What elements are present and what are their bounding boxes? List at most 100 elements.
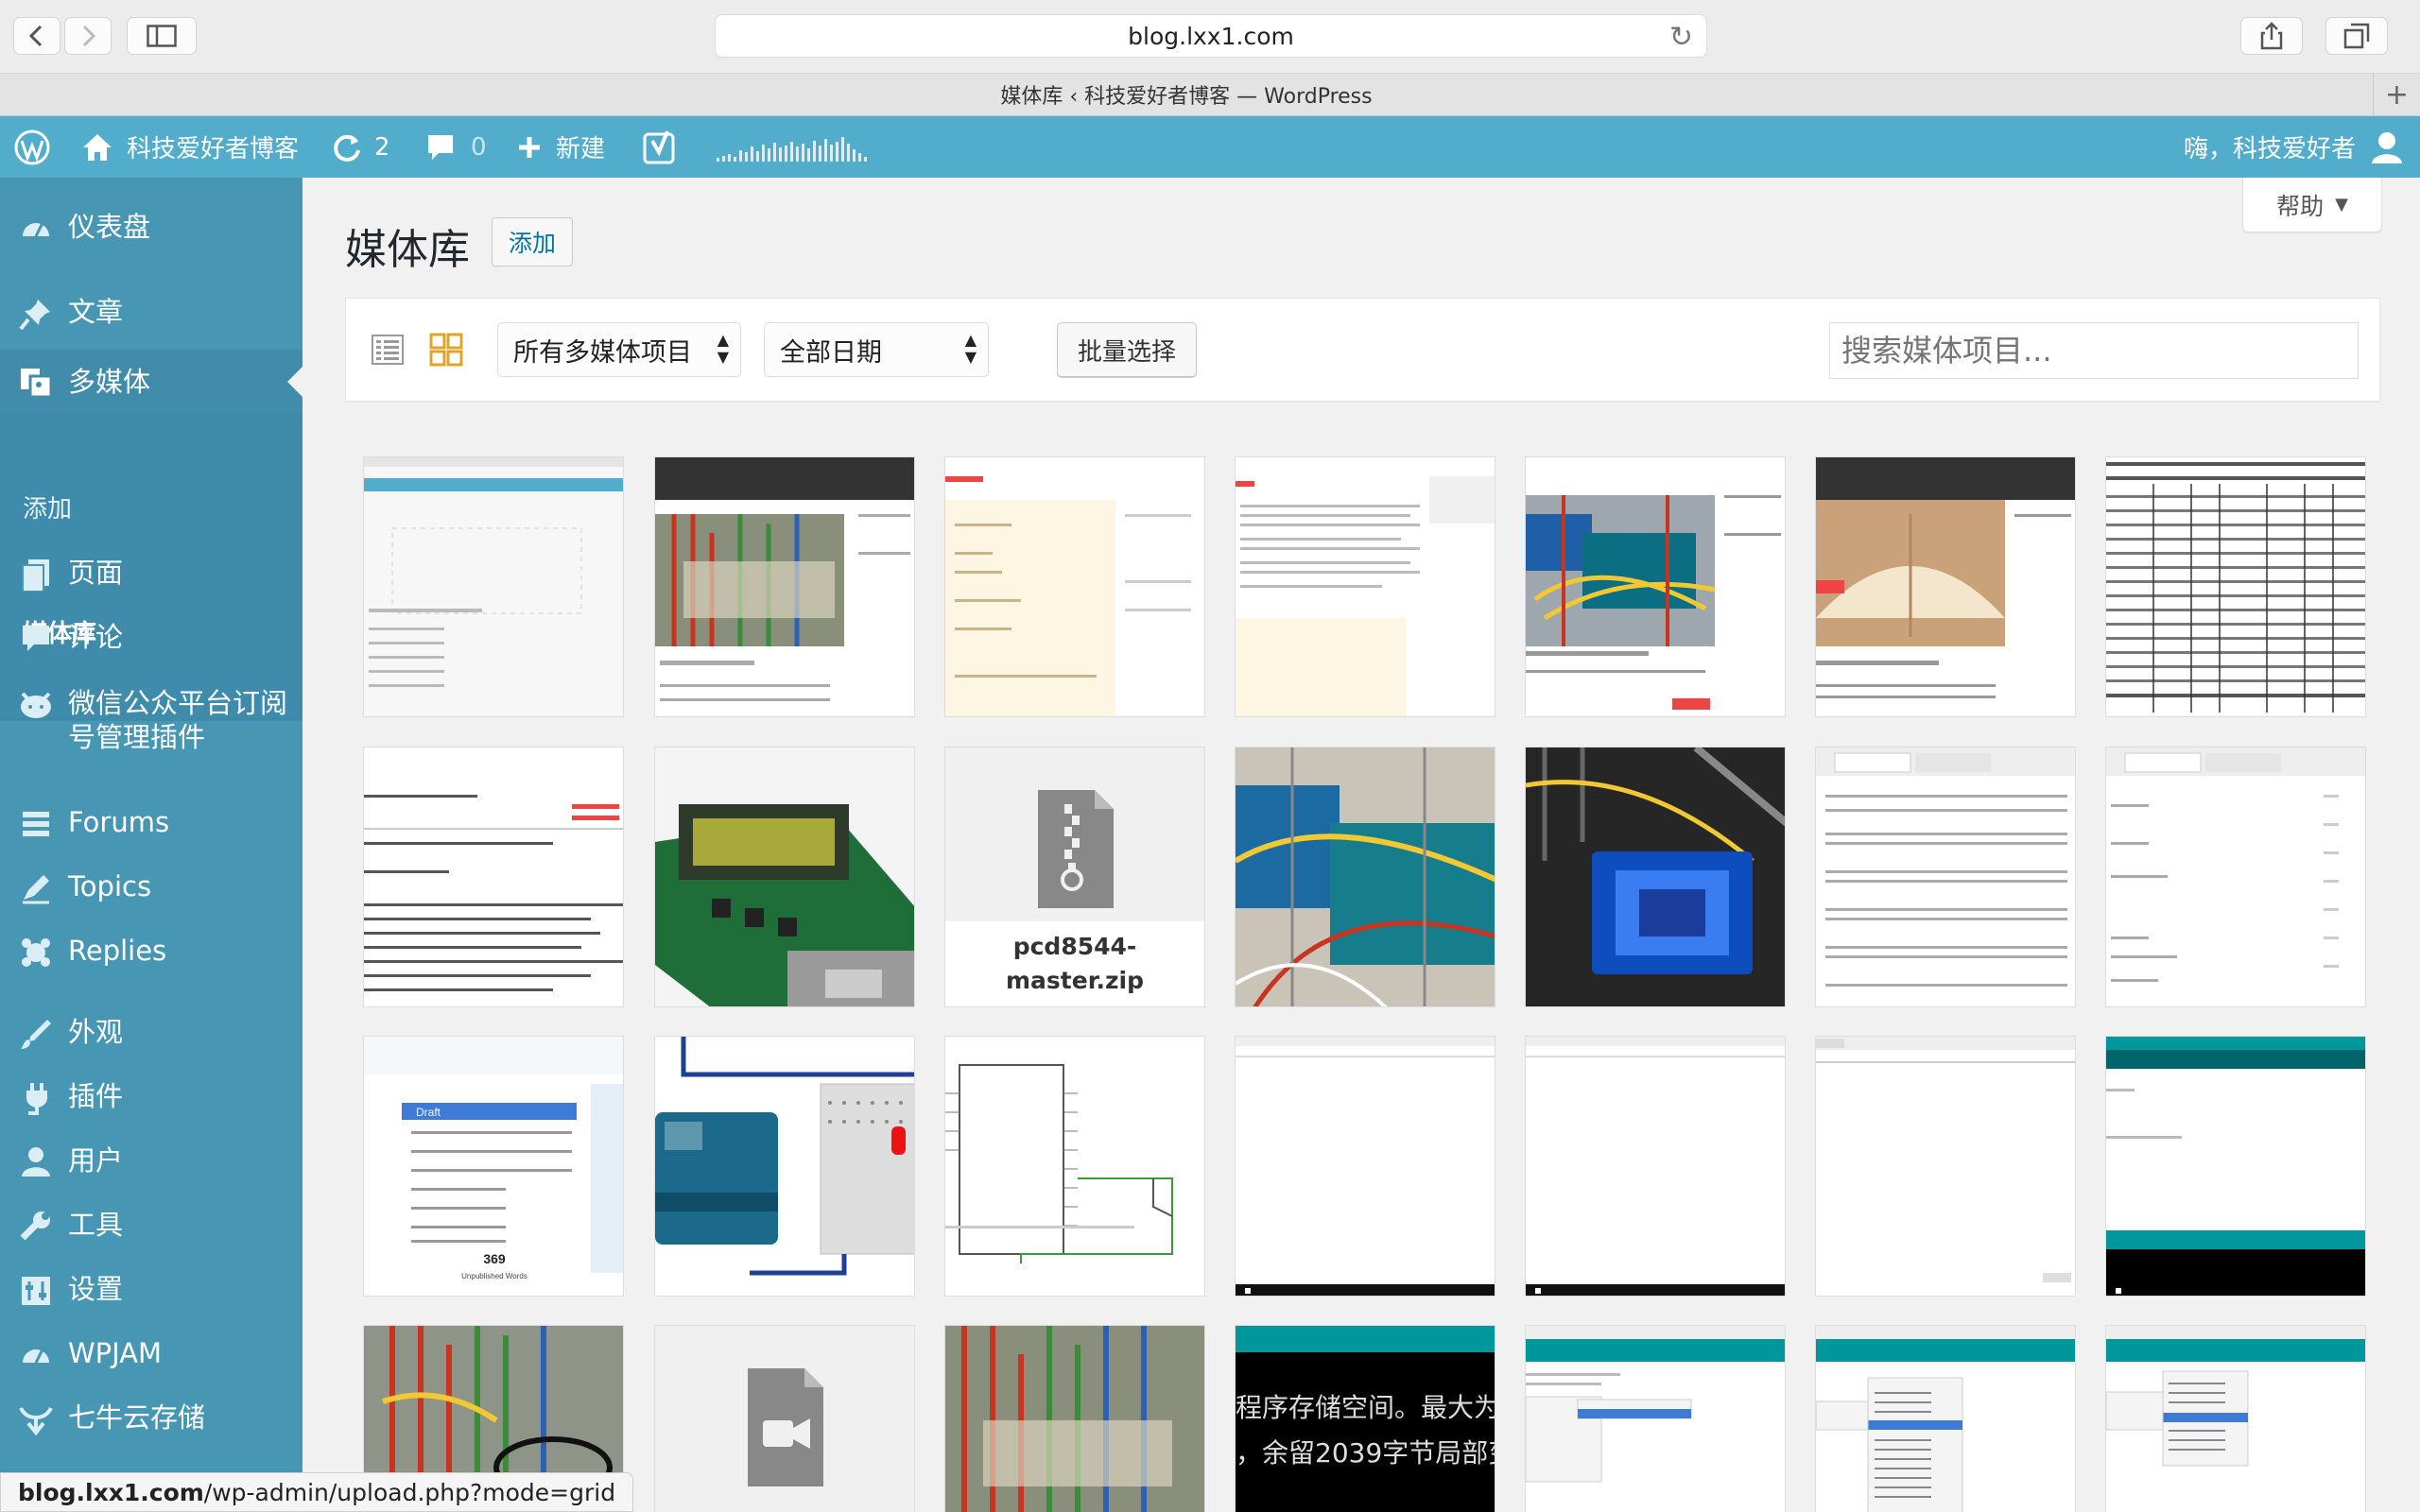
media-thumbnail[interactable] [2105, 1036, 2366, 1297]
reload-icon[interactable]: ↻ [1669, 21, 1693, 54]
comments-link[interactable]: 0 [425, 116, 487, 178]
add-new-button[interactable]: 添加 [492, 217, 573, 266]
sidebar-item-qiniu[interactable]: 七牛云存储 [0, 1400, 302, 1453]
back-button[interactable] [13, 17, 60, 55]
sidebar-item-label: 仪表盘 [68, 211, 151, 243]
tabs-overview-button[interactable] [2325, 17, 2388, 55]
sidebar-item-comments[interactable]: 评论 [0, 620, 302, 673]
select-arrows-icon: ▲ ▼ [717, 331, 729, 366]
sidebar-item-media[interactable]: 多媒体 [0, 350, 302, 414]
forward-button[interactable] [64, 17, 112, 55]
tab-active[interactable]: 媒体库 ‹ 科技爱好者博客 — WordPress [0, 74, 2373, 115]
sidebar-item-label: 微信公众平台订阅 号管理插件 [68, 686, 287, 754]
forums-icon [17, 805, 55, 843]
archive-file-icon [1038, 790, 1114, 908]
media-thumbnail[interactable] [1525, 747, 1786, 1007]
current-arrow-icon [287, 367, 302, 397]
media-type-filter[interactable]: 所有多媒体项目 ▲ ▼ [497, 322, 741, 377]
address-bar[interactable]: blog.lxx1.com ↻ [715, 14, 1707, 58]
media-thumbnail[interactable] [363, 747, 624, 1007]
video-file-thumbnail[interactable] [654, 1325, 915, 1512]
media-thumbnail[interactable] [1525, 456, 1786, 717]
avatar-icon [2372, 131, 2402, 163]
media-type-filter-value: 所有多媒体项目 [513, 337, 692, 368]
search-input[interactable] [1829, 322, 2359, 379]
console-line-1: 程序存储空间。最大为 32 [1236, 1392, 1495, 1423]
media-thumbnail[interactable] [1235, 456, 1495, 717]
sidebar-item-posts[interactable]: 文章 [0, 295, 302, 348]
sidebar-item-appearance[interactable]: 外观 [0, 1015, 302, 1068]
new-tab-button[interactable]: + [2373, 74, 2420, 115]
video-file-icon [748, 1368, 823, 1486]
sidebar-item-wechat[interactable]: 微信公众平台订阅 号管理插件 [0, 686, 302, 771]
stats-sparkline[interactable] [715, 116, 885, 178]
wordpress-logo-button[interactable] [13, 116, 51, 178]
media-thumbnail[interactable] [654, 456, 915, 717]
site-name: 科技爱好者博客 [127, 135, 300, 163]
media-thumbnail[interactable] [1525, 1325, 1786, 1512]
new-content-link[interactable]: 新建 [516, 116, 605, 178]
chevron-left-icon [28, 25, 43, 47]
grid-view-button[interactable] [429, 333, 463, 367]
user-icon [17, 1143, 55, 1181]
sidebar-item-replies[interactable]: Replies [0, 934, 302, 987]
admin-sidebar: 仪表盘 文章 多媒体 媒体库 添加 页面 评论 微信公众平台订阅 号管理插件 F… [0, 178, 302, 1512]
yoast-seo-button[interactable] [643, 116, 677, 178]
sidebar-item-topics[interactable]: Topics [0, 869, 302, 922]
sidebar-item-forums[interactable]: Forums [0, 805, 302, 858]
admin-bar: 科技爱好者博客 2 0 新建 嗨，科技爱好者 [0, 116, 2420, 178]
media-thumbnail[interactable] [1815, 747, 2076, 1007]
media-thumbnail[interactable] [654, 747, 915, 1007]
address-text: blog.lxx1.com [1128, 22, 1294, 50]
media-thumbnail[interactable] [1815, 1325, 2076, 1512]
date-filter-value: 全部日期 [780, 337, 882, 368]
wrench-icon [17, 1208, 55, 1246]
date-filter[interactable]: 全部日期 ▲ ▼ [764, 322, 989, 377]
media-thumbnail[interactable] [1815, 456, 2076, 717]
status-url-path: /wp-admin/upload.php?mode=grid [203, 1478, 616, 1506]
media-thumbnail[interactable] [654, 1036, 915, 1297]
help-tab-button[interactable]: 帮助 ▼ [2242, 178, 2382, 232]
share-button[interactable] [2240, 17, 2303, 55]
media-thumbnail[interactable] [944, 1036, 1205, 1297]
sidebar-item-label: 文章 [68, 296, 124, 328]
greeting: 嗨，科技爱好者 [2183, 135, 2356, 163]
media-thumbnail[interactable] [944, 1325, 1205, 1512]
media-thumbnail[interactable] [1235, 747, 1495, 1007]
media-thumbnail[interactable]: Draft 369 Unpublished Words [363, 1036, 624, 1297]
sidebar-item-label: Forums [68, 806, 170, 838]
tab-bar: 媒体库 ‹ 科技爱好者博客 — WordPress + [0, 74, 2420, 116]
zip-file-thumbnail[interactable]: pcd8544-master.zip [944, 747, 1205, 1007]
draft-badge: Draft [416, 1106, 441, 1119]
list-view-button[interactable] [371, 333, 405, 367]
media-thumbnail[interactable] [2105, 1325, 2366, 1512]
submenu-item-add-new[interactable]: 添加 [23, 490, 72, 524]
sidebar-item-label: 评论 [68, 621, 124, 653]
bulk-select-button[interactable]: 批量选择 [1057, 322, 1197, 377]
sidebar-item-users[interactable]: 用户 [0, 1143, 302, 1196]
media-thumbnail[interactable] [1815, 1036, 2076, 1297]
site-name-link[interactable]: 科技爱好者博客 [81, 116, 299, 178]
sidebar-item-dashboard[interactable]: 仪表盘 [0, 210, 302, 263]
sidebar-item-tools[interactable]: 工具 [0, 1208, 302, 1261]
media-thumbnail[interactable] [1235, 1036, 1495, 1297]
page-icon [17, 556, 55, 593]
sidebar-item-pages[interactable]: 页面 [0, 556, 302, 609]
media-thumbnail[interactable] [1525, 1036, 1786, 1297]
settings-icon [17, 1272, 55, 1310]
media-thumbnail[interactable] [944, 456, 1205, 717]
media-thumbnail[interactable]: 程序存储空间。最大为 32 ，余留2039字节局部变量 [1235, 1325, 1495, 1512]
sidebar-item-settings[interactable]: 设置 [0, 1272, 302, 1325]
media-thumbnail[interactable] [2105, 456, 2366, 717]
sidebar-item-wpjam[interactable]: WPJAM [0, 1336, 302, 1389]
updates-link[interactable]: 2 [331, 116, 390, 178]
sidebar-toggle-button[interactable] [127, 17, 197, 55]
media-thumbnail[interactable] [2105, 747, 2366, 1007]
dashboard-icon [17, 210, 55, 248]
media-thumbnail[interactable] [363, 456, 624, 717]
sidebar-item-plugins[interactable]: 插件 [0, 1079, 302, 1132]
pin-icon [17, 295, 55, 333]
replies-icon [17, 934, 55, 971]
my-account-link[interactable]: 嗨，科技爱好者 [2184, 116, 2403, 178]
sidebar-item-label: 工具 [68, 1209, 124, 1241]
